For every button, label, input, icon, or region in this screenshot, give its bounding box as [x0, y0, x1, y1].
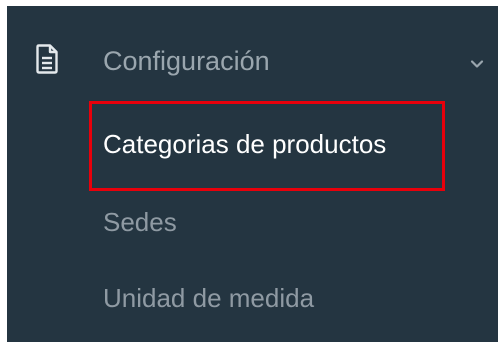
- chevron-down-icon[interactable]: [470, 56, 484, 68]
- submenu-item-categorias-de-productos[interactable]: Categorias de productos: [103, 128, 386, 160]
- document-icon: [36, 44, 58, 74]
- sidebar-menu-configuracion[interactable]: Configuración: [7, 31, 498, 91]
- submenu-item-unidad-de-medida[interactable]: Unidad de medida: [103, 282, 314, 314]
- sidebar-panel: Configuración Categorias de productos Se…: [7, 6, 498, 342]
- sidebar-menu-label: Configuración: [103, 46, 270, 76]
- submenu-item-sedes[interactable]: Sedes: [103, 206, 177, 238]
